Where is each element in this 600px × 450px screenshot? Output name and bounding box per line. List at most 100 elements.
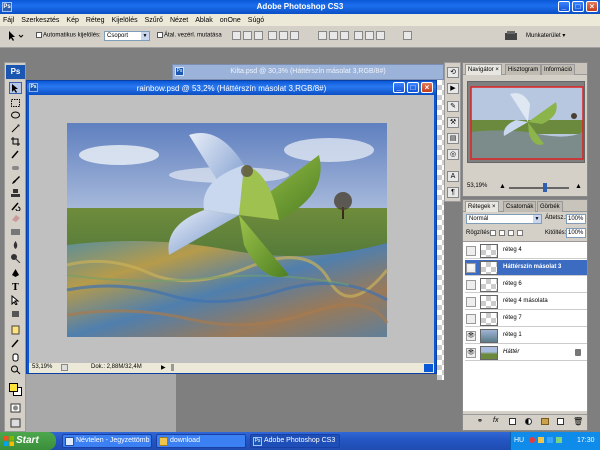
background-document-window[interactable]: Ps Kilta.psd @ 30,3% (Háttérszín másolat… <box>172 64 444 80</box>
history-icon[interactable]: ⟲ <box>447 67 459 78</box>
quick-mask-icon[interactable] <box>10 403 21 413</box>
scroll-right-button[interactable] <box>424 364 433 372</box>
menu-filter[interactable]: Szűrő <box>145 17 163 24</box>
canvas-area[interactable] <box>29 95 434 363</box>
doc-maximize-button[interactable]: □ <box>407 82 419 93</box>
align-left-icon[interactable] <box>268 31 277 40</box>
start-button[interactable]: Start <box>0 432 56 450</box>
lasso-icon[interactable] <box>10 111 21 121</box>
tool-presets-icon[interactable]: ⚒ <box>447 117 459 128</box>
menu-select[interactable]: Kijelölés <box>112 17 138 24</box>
layer-row[interactable]: réteg 6 <box>465 277 587 293</box>
zoom-slider-handle[interactable] <box>543 183 547 192</box>
foreground-background-colors[interactable] <box>9 383 23 397</box>
menu-window[interactable]: Ablak <box>195 17 213 24</box>
layer-row[interactable]: 👁 réteg 1 <box>465 328 587 344</box>
lock-image-icon[interactable] <box>499 230 505 236</box>
tab-info[interactable]: Információ <box>541 64 576 75</box>
zoom-icon[interactable] <box>10 365 21 375</box>
hand-icon[interactable] <box>10 352 21 362</box>
tray-icon[interactable] <box>556 437 562 443</box>
layer-mask-icon[interactable] <box>509 418 516 425</box>
layer-style-icon[interactable]: fx <box>493 417 498 424</box>
eye-icon[interactable]: 👁 <box>466 331 476 341</box>
link-layers-icon[interactable]: ⚭ <box>477 417 483 425</box>
navigator-zoom-value[interactable]: 53,19% <box>467 183 487 189</box>
language-indicator[interactable]: HU <box>514 437 524 444</box>
eye-icon[interactable]: 👁 <box>466 348 476 358</box>
align-bottom-icon[interactable] <box>254 31 263 40</box>
brushes-icon[interactable]: ✎ <box>447 101 459 112</box>
layer-row[interactable]: réteg 4 <box>465 243 587 259</box>
blur-icon[interactable] <box>10 240 21 250</box>
workspace-menu[interactable]: Munkaterület ▾ <box>526 32 565 39</box>
distribute-vcenter-icon[interactable] <box>329 31 338 40</box>
adjustment-layer-icon[interactable] <box>525 418 532 425</box>
layer-row[interactable]: réteg 7 <box>465 311 587 327</box>
align-top-icon[interactable] <box>232 31 241 40</box>
horizontal-scrollbar-left[interactable] <box>171 364 174 371</box>
paragraph-icon[interactable]: ¶ <box>447 187 459 198</box>
brush-icon[interactable] <box>10 175 21 185</box>
menu-image[interactable]: Kép <box>66 17 78 24</box>
visibility-toggle[interactable] <box>466 297 476 307</box>
crop-icon[interactable] <box>10 136 21 146</box>
move-tool-preset-icon[interactable] <box>6 30 26 44</box>
clone-source-icon[interactable]: ◎ <box>447 149 459 160</box>
visibility-toggle[interactable] <box>466 246 476 256</box>
type-icon[interactable]: T <box>10 281 21 293</box>
eye-icon[interactable]: 👁 <box>466 263 476 273</box>
layer-comps-icon[interactable]: ▤ <box>447 133 459 144</box>
auto-select-dropdown[interactable]: Csoport ▼ <box>104 31 150 41</box>
tab-curves[interactable]: Görbék <box>537 201 563 212</box>
doc-minimize-button[interactable]: _ <box>393 82 405 93</box>
trash-icon[interactable]: 🗑 <box>573 417 583 426</box>
fill-input[interactable]: 100% <box>566 228 586 238</box>
eyedropper2-icon[interactable] <box>10 338 21 348</box>
layer-row[interactable]: réteg 4 másolata <box>465 294 587 310</box>
new-group-icon[interactable] <box>541 418 549 425</box>
actions-icon[interactable]: ▶ <box>447 83 459 94</box>
dodge-icon[interactable] <box>10 253 21 264</box>
tray-icon[interactable] <box>529 437 535 443</box>
magic-wand-icon[interactable] <box>10 123 21 133</box>
zoom-slider[interactable] <box>509 187 569 189</box>
tab-layers[interactable]: Rétegek × <box>465 201 499 212</box>
lock-transparency-icon[interactable] <box>490 230 496 236</box>
menu-help[interactable]: Súgó <box>248 17 264 24</box>
auto-select-checkbox[interactable]: Automatikus kijelölés: <box>36 32 101 39</box>
layer-row-selected[interactable]: 👁 Háttérszín másolat 3 <box>465 260 587 276</box>
distribute-right-icon[interactable] <box>376 31 385 40</box>
lock-position-icon[interactable] <box>508 230 514 236</box>
layer-row[interactable]: 👁 Háttér <box>465 345 587 361</box>
doc-close-button[interactable]: × <box>421 82 433 93</box>
minimize-button[interactable]: _ <box>558 1 570 12</box>
opacity-input[interactable]: 100% <box>566 214 586 224</box>
tray-icon[interactable] <box>547 437 553 443</box>
task-download-folder[interactable]: download <box>156 434 246 448</box>
tab-channels[interactable]: Csatornák <box>503 201 537 212</box>
tab-navigator[interactable]: Navigátor × <box>465 64 502 75</box>
align-vcenter-icon[interactable] <box>243 31 252 40</box>
menu-edit[interactable]: Szerkesztés <box>21 17 59 24</box>
distribute-left-icon[interactable] <box>354 31 363 40</box>
pen-icon[interactable] <box>10 268 21 278</box>
distribute-bottom-icon[interactable] <box>340 31 349 40</box>
zoom-level[interactable]: 53,19% <box>32 364 52 370</box>
tab-histogram[interactable]: Hisztogram <box>505 64 542 75</box>
distribute-top-icon[interactable] <box>318 31 327 40</box>
align-right-icon[interactable] <box>290 31 299 40</box>
zoom-out-icon[interactable]: ▲ <box>499 183 506 190</box>
history-brush-icon[interactable] <box>10 201 21 212</box>
auto-align-icon[interactable] <box>403 31 412 40</box>
eraser-icon[interactable] <box>10 213 21 223</box>
show-transform-checkbox[interactable]: Átal. vezérl. mutatása <box>157 32 222 39</box>
notes-icon[interactable] <box>10 325 21 335</box>
menu-onone[interactable]: onOne <box>220 17 241 24</box>
screen-mode-icon[interactable] <box>10 418 21 428</box>
zoom-in-icon[interactable]: ▲ <box>575 183 582 190</box>
shape-icon[interactable] <box>10 309 21 319</box>
move-icon[interactable] <box>9 82 22 94</box>
close-button[interactable]: × <box>586 1 598 12</box>
align-hcenter-icon[interactable] <box>279 31 288 40</box>
